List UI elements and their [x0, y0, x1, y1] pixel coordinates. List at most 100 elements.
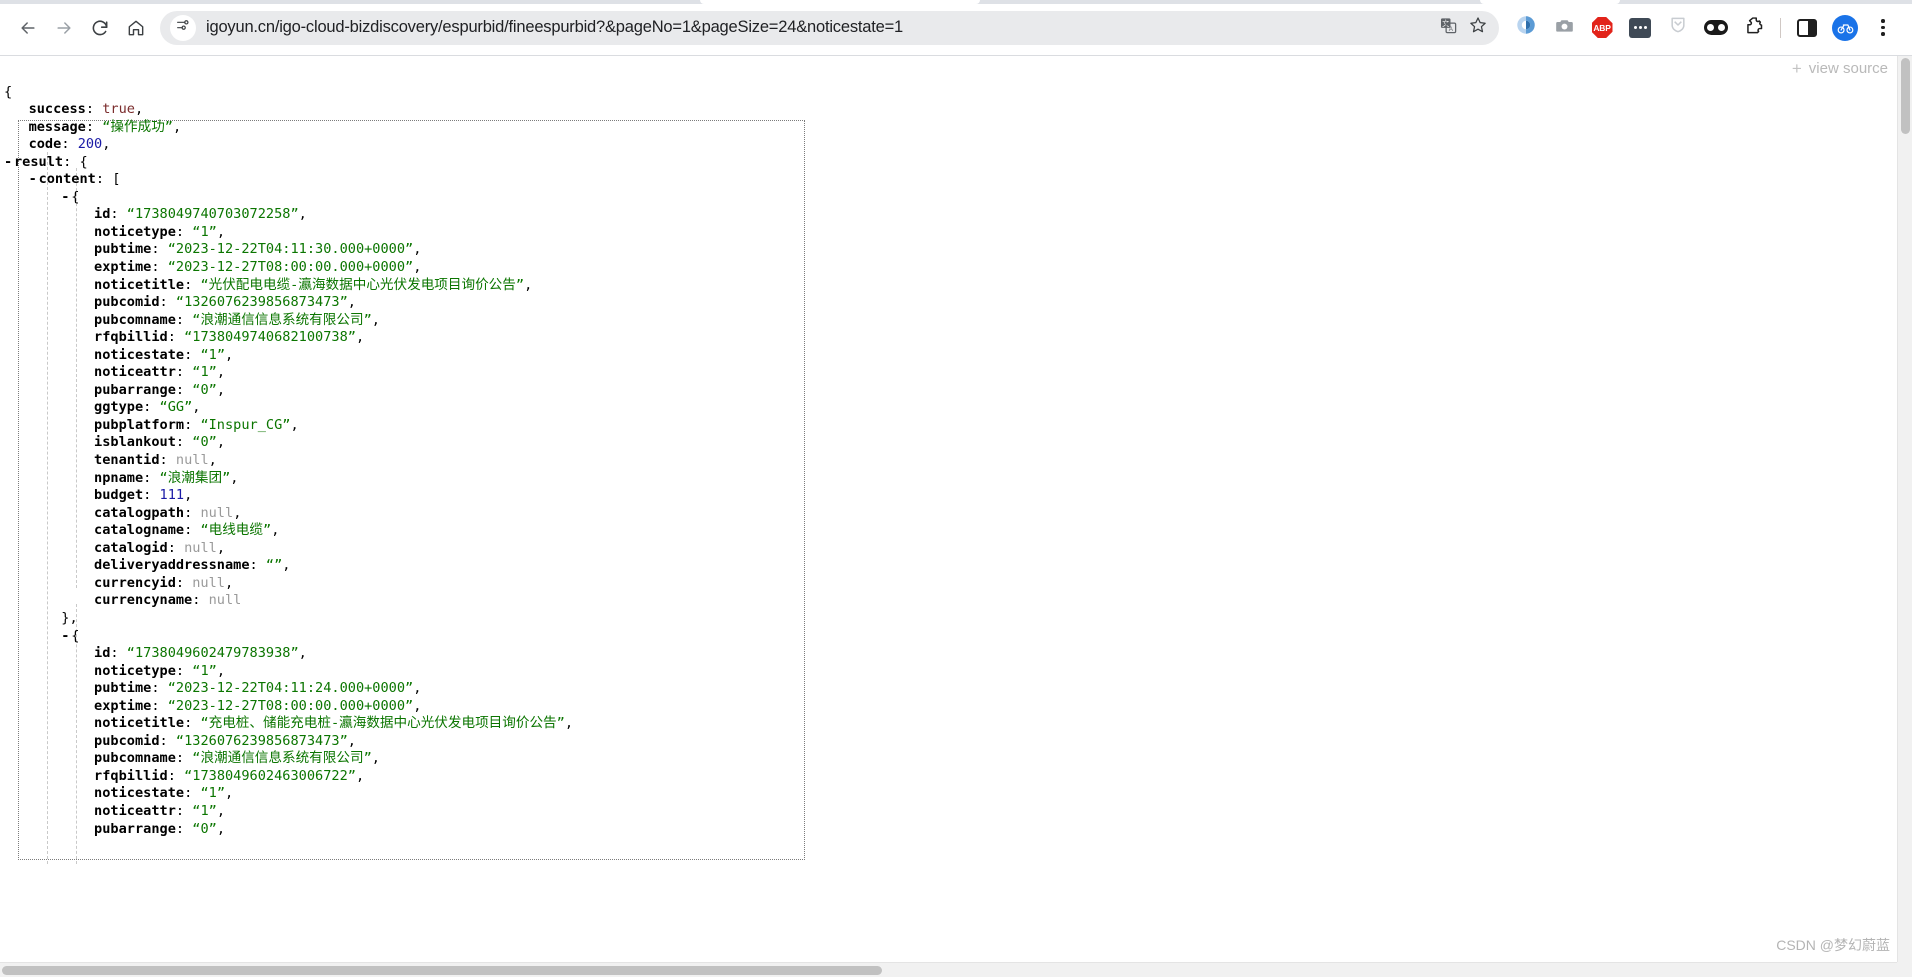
json-line: pubcomname: “浪潮通信信息系统有限公司”,: [94, 750, 380, 767]
json-line: catalogname: “电线电缆”,: [94, 522, 280, 539]
value-id: 1738049602479783938: [134, 645, 291, 662]
value-currencyname: null: [208, 592, 242, 609]
value-exptime: 2023-12-27T08:00:00.000+0000: [175, 697, 406, 714]
value-currencyid: null: [192, 574, 225, 591]
pocket-button[interactable]: [1699, 11, 1733, 45]
forward-button[interactable]: [46, 10, 82, 46]
key-rfqbillid: rfqbillid: [94, 767, 168, 784]
value-noticeattr: 1: [200, 802, 209, 819]
value-pubarrange: 0: [200, 381, 209, 398]
key-exptime: exptime: [94, 259, 152, 276]
view-source-control[interactable]: + view source: [1792, 60, 1888, 77]
tune-icon: [175, 17, 191, 38]
json-line: currencyid: null,: [94, 574, 234, 591]
json-content[interactable]: { success: true, message: “操作成功”, code: …: [0, 66, 573, 873]
collapse-toggle-result[interactable]: -: [4, 154, 14, 172]
value-message: 操作成功: [110, 118, 165, 135]
security-shield-button[interactable]: [1661, 11, 1695, 45]
json-line: id: “1738049740703072258”,: [94, 206, 307, 223]
url-text[interactable]: igoyun.cn/igo-cloud-bizdiscovery/espurbi…: [206, 18, 1433, 37]
adblock-plus-icon: ABP: [1591, 17, 1613, 38]
json-line: pubcomid: “1326076239856873473”,: [94, 294, 356, 311]
toolbar-divider: [1780, 17, 1781, 38]
key-pubarrange: pubarrange: [94, 820, 176, 837]
star-icon: [1468, 15, 1488, 40]
view-source-label[interactable]: view source: [1809, 60, 1888, 77]
key-noticetitle: noticetitle: [94, 276, 185, 293]
value-noticestate: 1: [208, 346, 217, 363]
collapse-toggle-content[interactable]: -: [29, 171, 39, 189]
home-button[interactable]: [118, 10, 154, 46]
key-pubcomname: pubcomname: [94, 311, 176, 328]
json-line: isblankout: “0”,: [94, 434, 225, 451]
extensions-toolbar: ABP: [1507, 11, 1902, 45]
bookmark-button[interactable]: [1463, 13, 1493, 43]
address-bar[interactable]: igoyun.cn/igo-cloud-bizdiscovery/espurbi…: [160, 10, 1499, 45]
json-line: pubplatform: “Inspur_CG”,: [94, 416, 299, 433]
collapse-toggle-record-1[interactable]: -: [61, 628, 71, 646]
key-npname: npname: [94, 469, 144, 486]
scrollbar-corner: [1897, 962, 1912, 977]
json-line: - content: [: [28, 171, 121, 189]
password-manager-button[interactable]: [1623, 11, 1657, 45]
json-line: noticetype: “1”,: [94, 662, 225, 679]
collapse-toggle-record-0[interactable]: -: [61, 189, 71, 207]
json-line: - result: {: [4, 153, 88, 172]
key-isblankout: isblankout: [94, 434, 176, 451]
json-line: },: [61, 609, 78, 626]
vertical-scrollbar-thumb[interactable]: [1901, 58, 1910, 134]
value-catalogpath: null: [200, 504, 234, 521]
adblock-plus-button[interactable]: ABP: [1585, 11, 1619, 45]
key-exptime: exptime: [94, 697, 152, 714]
key-catalogid: catalogid: [94, 539, 168, 556]
key-pubcomname: pubcomname: [94, 750, 176, 767]
key-pubtime: pubtime: [94, 241, 152, 258]
key-success: success: [28, 101, 86, 118]
key-noticeattr: noticeattr: [94, 802, 176, 819]
json-line: pubcomname: “浪潮通信信息系统有限公司”,: [94, 311, 380, 328]
csdn-watermark: CSDN @梦幻蔚蓝: [1776, 937, 1890, 953]
value-noticetype: 1: [200, 662, 209, 679]
lens-circle-button[interactable]: [1509, 11, 1543, 45]
side-panel-button[interactable]: [1790, 11, 1824, 45]
back-button[interactable]: [10, 10, 46, 46]
horizontal-scrollbar-thumb[interactable]: [2, 966, 882, 975]
value-npname: 浪潮集团: [167, 469, 223, 486]
key-pubcomid: pubcomid: [94, 294, 160, 311]
value-budget: 111: [159, 487, 185, 504]
json-line: -{: [61, 188, 80, 207]
json-viewer: + view source { success: true, message: …: [0, 56, 1912, 977]
key-id: id: [94, 206, 111, 223]
translate-button[interactable]: 文 A: [1433, 13, 1463, 43]
pocket-pill-icon: [1704, 20, 1728, 35]
value-id: 1738049740703072258: [134, 206, 291, 223]
chrome-menu-button[interactable]: [1866, 11, 1900, 45]
home-icon: [126, 18, 146, 38]
json-line: budget: 111,: [94, 487, 193, 504]
value-tenantid: null: [175, 452, 209, 469]
profile-button[interactable]: [1828, 11, 1862, 45]
password-manager-icon: [1629, 17, 1651, 38]
value-noticetype: 1: [200, 223, 209, 240]
key-result: result: [14, 153, 64, 170]
json-line: noticestate: “1”,: [94, 346, 234, 363]
json-line: -{: [61, 627, 80, 646]
key-tenantid: tenantid: [94, 452, 160, 469]
reload-button[interactable]: [82, 10, 118, 46]
json-line: noticeattr: “1”,: [94, 802, 225, 819]
screenshot-button[interactable]: [1547, 11, 1581, 45]
json-line: noticeattr: “1”,: [94, 364, 225, 381]
site-settings-button[interactable]: [170, 14, 196, 41]
value-exptime: 2023-12-27T08:00:00.000+0000: [175, 259, 406, 276]
vertical-scrollbar[interactable]: [1897, 56, 1912, 962]
json-line: deliveryaddressname: “”,: [94, 557, 291, 574]
value-rfqbillid: 1738049602463006722: [192, 767, 348, 784]
json-line: npname: “浪潮集团”,: [94, 469, 239, 486]
key-catalogname: catalogname: [94, 522, 185, 539]
extensions-button[interactable]: [1737, 11, 1771, 45]
horizontal-scrollbar[interactable]: [0, 962, 1897, 977]
key-currencyname: currencyname: [94, 592, 193, 609]
shield-outline-icon: [1668, 15, 1688, 40]
expand-toggle-icon[interactable]: +: [1792, 60, 1802, 77]
key-noticetype: noticetype: [94, 662, 176, 679]
